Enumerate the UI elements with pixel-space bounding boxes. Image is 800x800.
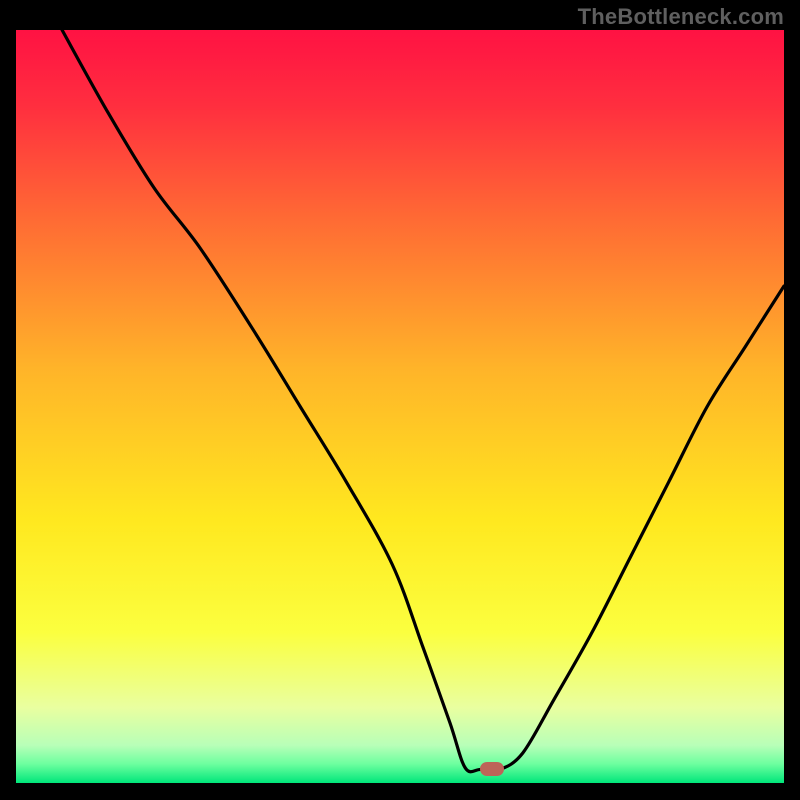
watermark-text: TheBottleneck.com — [578, 4, 784, 30]
curve-layer — [16, 30, 784, 783]
plot-area — [16, 30, 784, 783]
optimal-point-marker — [480, 762, 504, 776]
bottleneck-curve — [62, 30, 784, 772]
chart-frame: TheBottleneck.com — [0, 0, 800, 800]
